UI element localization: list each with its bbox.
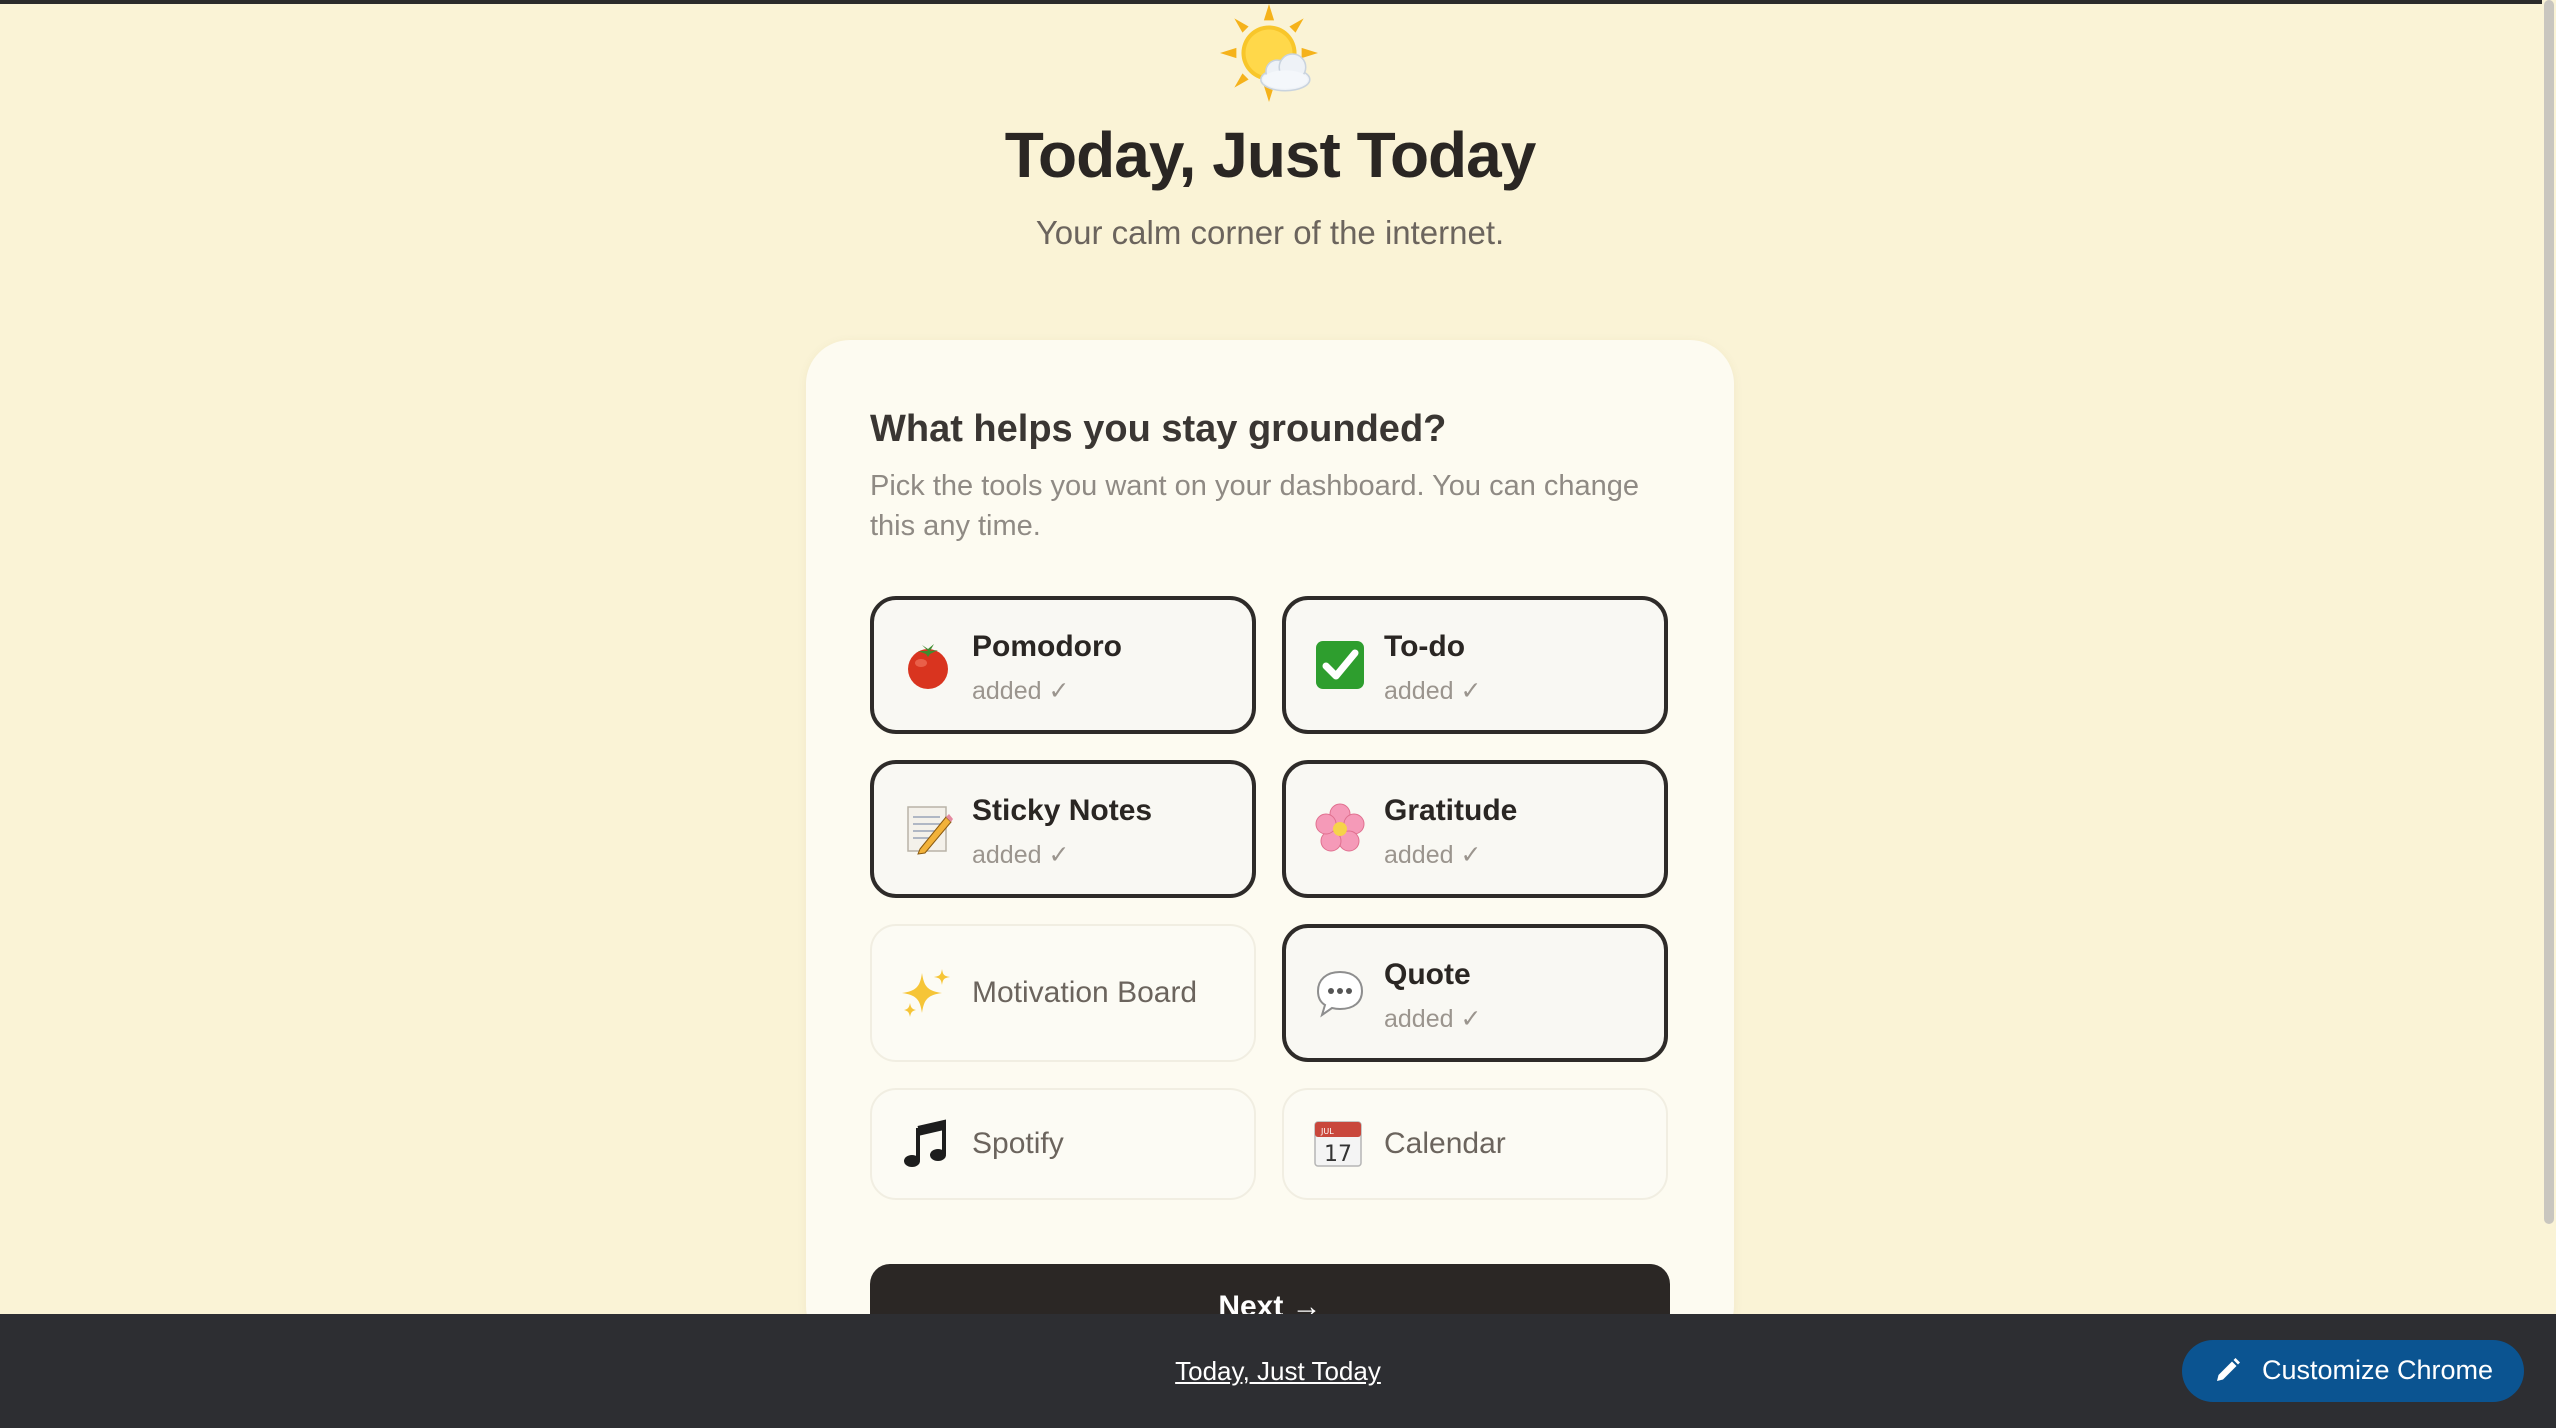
tool-option-calendar[interactable]: JUL 17 Calendar	[1282, 1088, 1668, 1200]
tool-option-pomodoro[interactable]: Pomodoro added ✓	[870, 596, 1256, 734]
card-description: Pick the tools you want on your dashboar…	[870, 470, 1640, 542]
tool-name: Calendar	[1384, 1127, 1506, 1160]
tool-name: Spotify	[972, 1127, 1064, 1160]
scrollbar-thumb[interactable]	[2544, 0, 2554, 1224]
tool-option-spotify[interactable]: Spotify	[870, 1088, 1256, 1200]
sparkles-icon	[902, 969, 950, 1017]
customize-chrome-label: Customize Chrome	[2262, 1355, 2494, 1385]
speech-bubble-icon	[1316, 970, 1364, 1018]
tool-option-motivation-board[interactable]: Motivation Board	[870, 924, 1256, 1062]
tool-option-sticky-notes[interactable]: Sticky Notes added ✓	[870, 760, 1256, 898]
calendar-icon: JUL 17	[1314, 1121, 1362, 1167]
tool-status: added ✓	[972, 841, 1070, 869]
tool-name: To-do	[1384, 630, 1466, 663]
page-subtitle: Your calm corner of the internet.	[1035, 214, 1505, 251]
tool-status: added ✓	[1384, 841, 1482, 869]
tool-status: added ✓	[972, 677, 1070, 705]
pencil-icon	[2217, 1358, 2240, 1381]
onboarding-card: What helps you stay grounded? Pick the t…	[806, 340, 1734, 1350]
memo-icon	[907, 806, 953, 855]
tool-name: Gratitude	[1384, 794, 1518, 827]
sun-behind-cloud-icon	[1220, 4, 1318, 102]
music-notes-icon	[904, 1119, 946, 1167]
tool-name: Quote	[1384, 958, 1471, 991]
tool-name: Sticky Notes	[972, 794, 1153, 827]
tool-name: Pomodoro	[972, 630, 1122, 663]
check-mark-icon	[1316, 641, 1364, 689]
tool-name: Motivation Board	[972, 976, 1198, 1009]
tool-option-todo[interactable]: To-do added ✓	[1282, 596, 1668, 734]
page-title: Today, Just Today	[1004, 119, 1537, 191]
tomato-icon	[908, 644, 948, 689]
footer-link[interactable]: Today, Just Today	[0, 1356, 2556, 1387]
customize-chrome-button[interactable]: Customize Chrome	[2182, 1340, 2524, 1402]
blossom-icon	[1315, 803, 1365, 852]
tool-status: added ✓	[1384, 1005, 1482, 1033]
tool-option-quote[interactable]: Quote added ✓	[1282, 924, 1668, 1062]
card-title: What helps you stay grounded?	[870, 408, 1447, 450]
tool-status: added ✓	[1384, 677, 1482, 705]
tool-option-gratitude[interactable]: Gratitude added ✓	[1282, 760, 1668, 898]
calendar-month: JUL	[1320, 1127, 1334, 1136]
calendar-day: 17	[1324, 1142, 1352, 1167]
